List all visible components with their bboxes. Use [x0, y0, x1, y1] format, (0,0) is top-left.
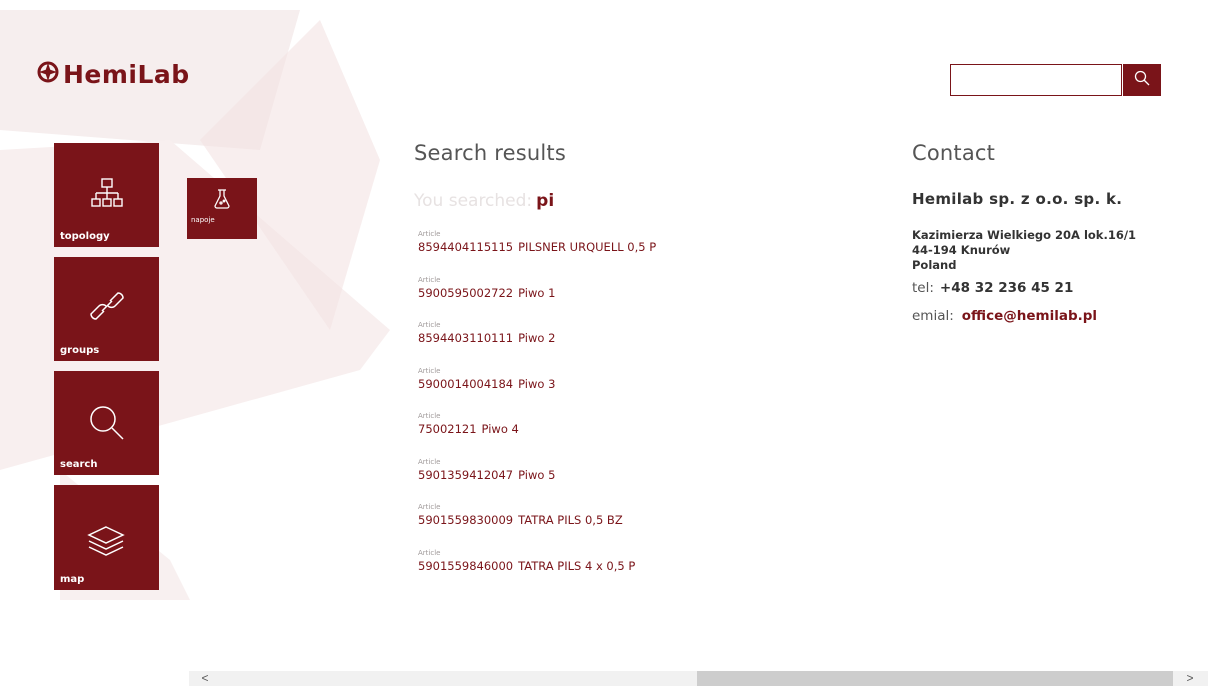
- scrollbar-thumb[interactable]: [697, 671, 1173, 686]
- layers-icon: [87, 525, 125, 559]
- result-code: 8594403110111: [418, 331, 514, 345]
- nav-tile-label: search: [60, 459, 98, 470]
- nav-tile-topology[interactable]: topology: [54, 143, 159, 247]
- email-label: emial:: [912, 308, 954, 324]
- group-tile-napoje[interactable]: napoje: [187, 178, 257, 239]
- nav-tile-groups[interactable]: groups: [54, 257, 159, 361]
- result-item[interactable]: Article 5901559846000 TATRA PILS 4 x 0,5 P: [418, 548, 656, 594]
- nav-tile-label: groups: [60, 345, 100, 356]
- result-link[interactable]: 5901559846000 TATRA PILS 4 x 0,5 P: [418, 558, 656, 574]
- result-type: Article: [418, 503, 441, 511]
- result-name: Piwo 1: [518, 285, 556, 300]
- result-code: 5901559830009: [418, 513, 514, 527]
- logo-text: HemiLab: [63, 60, 190, 89]
- result-type: Article: [418, 412, 441, 420]
- scroll-right-arrow[interactable]: >: [1182, 671, 1198, 686]
- result-name: Piwo 3: [518, 376, 556, 391]
- result-item[interactable]: Article 5901359412047 Piwo 5: [418, 457, 656, 503]
- contact-section: Contact Hemilab sp. z o.o. sp. k. Kazimi…: [912, 141, 1192, 324]
- address-line: Kazimierza Wielkiego 20A lok.16/1: [912, 228, 1137, 242]
- result-name: TATRA PILS 0,5 BZ: [518, 513, 623, 527]
- contact-email: emial: office@hemilab.pl: [912, 308, 1192, 324]
- result-item[interactable]: Article 5901559830009 TATRA PILS 0,5 BZ: [418, 502, 656, 548]
- result-link[interactable]: 5901559830009 TATRA PILS 0,5 BZ: [418, 512, 656, 528]
- result-name: Piwo 2: [518, 331, 556, 345]
- horizontal-scrollbar[interactable]: < >: [189, 671, 1208, 686]
- searched-summary: You searched: pi: [414, 191, 834, 211]
- results-list: Article 8594404115115 PILSNER URQUELL 0,5 …: [418, 229, 656, 593]
- search-results-section: Search results You searched: pi: [414, 141, 834, 211]
- result-code: 8594404115115: [418, 240, 514, 254]
- searched-term: pi: [536, 191, 555, 211]
- search-button[interactable]: [1123, 64, 1161, 96]
- result-link[interactable]: 5900014004184 Piwo 3: [418, 376, 656, 392]
- nav-tile-map[interactable]: map: [54, 485, 159, 590]
- nav-tile-label: topology: [60, 231, 110, 242]
- company-name: Hemilab sp. z o.o. sp. k.: [912, 190, 1123, 208]
- result-item[interactable]: Article 8594404115115 PILSNER URQUELL 0,5 …: [418, 229, 656, 275]
- result-code: 5901359412047: [418, 467, 514, 482]
- result-code: 5900595002722: [418, 285, 514, 300]
- result-name: Piwo 4: [481, 422, 519, 436]
- result-item[interactable]: Article 75002121 Piwo 4: [418, 411, 656, 457]
- address-line: 44-194 Knurów: [912, 243, 1011, 257]
- search-input[interactable]: [951, 65, 1131, 93]
- result-item[interactable]: Article 5900014004184 Piwo 3: [418, 366, 656, 412]
- hemilab-logo-icon: [37, 61, 59, 88]
- flask-icon: [213, 188, 231, 210]
- result-code: 5901559846000: [418, 558, 514, 573]
- search-icon: [88, 404, 126, 442]
- contact-phone: tel: +48 32 236 45 21: [912, 280, 1192, 296]
- search-results-title: Search results: [414, 141, 566, 165]
- group-tile-label: napoje: [191, 216, 215, 224]
- result-name: TATRA PILS 4 x 0,5 P: [518, 558, 636, 573]
- link-icon: [88, 287, 126, 325]
- result-name: PILSNER URQUELL 0,5 P: [518, 240, 657, 254]
- result-type: Article: [418, 548, 441, 557]
- nav-tile-label: map: [60, 574, 85, 585]
- search-icon: [1134, 70, 1150, 91]
- result-code: 75002121: [418, 422, 477, 436]
- scroll-left-arrow[interactable]: <: [197, 671, 213, 686]
- result-name: Piwo 5: [518, 467, 556, 482]
- address-line: Poland: [912, 258, 957, 272]
- topology-icon: [90, 177, 124, 211]
- email-link[interactable]: office@hemilab.pl: [962, 308, 1097, 324]
- result-link[interactable]: 75002121 Piwo 4: [418, 421, 656, 437]
- phone-label: tel:: [912, 280, 934, 296]
- result-link[interactable]: 5901359412047 Piwo 5: [418, 467, 656, 483]
- result-type: Article: [418, 457, 441, 466]
- searched-label: You searched:: [414, 191, 533, 211]
- result-type: Article: [418, 321, 441, 329]
- result-item[interactable]: Article 5900595002722 Piwo 1: [418, 275, 656, 321]
- phone-value[interactable]: +48 32 236 45 21: [940, 280, 1073, 296]
- result-link[interactable]: 5900595002722 Piwo 1: [418, 285, 656, 301]
- result-type: Article: [418, 366, 441, 375]
- result-type: Article: [418, 275, 441, 284]
- nav-tile-search[interactable]: search: [54, 371, 159, 475]
- result-item[interactable]: Article 8594403110111 Piwo 2: [418, 320, 656, 366]
- result-link[interactable]: 8594404115115 PILSNER URQUELL 0,5 P: [418, 239, 656, 255]
- search-field[interactable]: [950, 64, 1131, 96]
- brand-logo[interactable]: HemiLab: [37, 60, 190, 89]
- company-address: Kazimierza Wielkiego 20A lok.16/1 44-194…: [912, 228, 1192, 273]
- result-link[interactable]: 8594403110111 Piwo 2: [418, 330, 656, 346]
- result-code: 5900014004184: [418, 376, 514, 391]
- result-type: Article: [418, 230, 441, 238]
- contact-title: Contact: [912, 141, 996, 165]
